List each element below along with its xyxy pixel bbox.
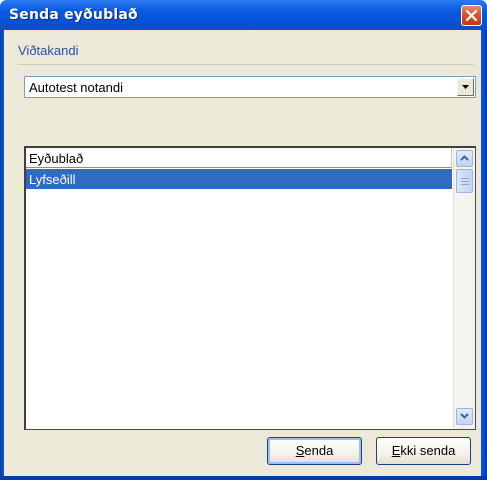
chevron-up-icon bbox=[460, 155, 469, 161]
title-bar[interactable]: Senda eyðublað bbox=[0, 0, 487, 30]
dialog-title: Senda eyðublað bbox=[9, 7, 138, 23]
scroll-down-button[interactable] bbox=[456, 408, 473, 425]
dropdown-button[interactable] bbox=[457, 78, 474, 96]
forms-list[interactable]: Eyðublað Lyfseðill bbox=[24, 146, 476, 430]
vertical-scrollbar[interactable] bbox=[453, 148, 475, 429]
dialog-window: Senda eyðublað Viðtakandi Autotest notan… bbox=[0, 0, 487, 480]
close-button[interactable] bbox=[461, 5, 482, 26]
dont-send-label-rest: kki senda bbox=[400, 443, 456, 458]
recipient-selected-value: Autotest notandi bbox=[29, 80, 123, 95]
chevron-down-icon bbox=[460, 413, 469, 419]
list-item[interactable]: Lyfseðill bbox=[26, 169, 452, 189]
grip-line bbox=[461, 178, 469, 179]
group-divider bbox=[18, 64, 474, 65]
scroll-thumb[interactable] bbox=[456, 169, 473, 193]
close-icon bbox=[466, 10, 477, 21]
window-frame-bottom bbox=[0, 476, 487, 480]
chevron-down-icon bbox=[462, 85, 469, 89]
column-header-form[interactable]: Eyðublað bbox=[26, 148, 452, 168]
scroll-up-button[interactable] bbox=[456, 150, 473, 167]
dont-send-button[interactable]: Ekki senda bbox=[376, 437, 471, 465]
send-label-rest: enda bbox=[304, 443, 334, 458]
send-button[interactable]: Senda bbox=[267, 437, 362, 465]
recipient-group-label: Viðtakandi bbox=[18, 43, 79, 58]
window-frame-right bbox=[481, 30, 487, 480]
recipient-dropdown[interactable]: Autotest notandi bbox=[24, 76, 476, 98]
grip-line bbox=[461, 181, 469, 182]
list-item-label: Lyfseðill bbox=[29, 172, 76, 187]
grip-line bbox=[461, 184, 469, 185]
column-header-label: Eyðublað bbox=[29, 151, 84, 166]
